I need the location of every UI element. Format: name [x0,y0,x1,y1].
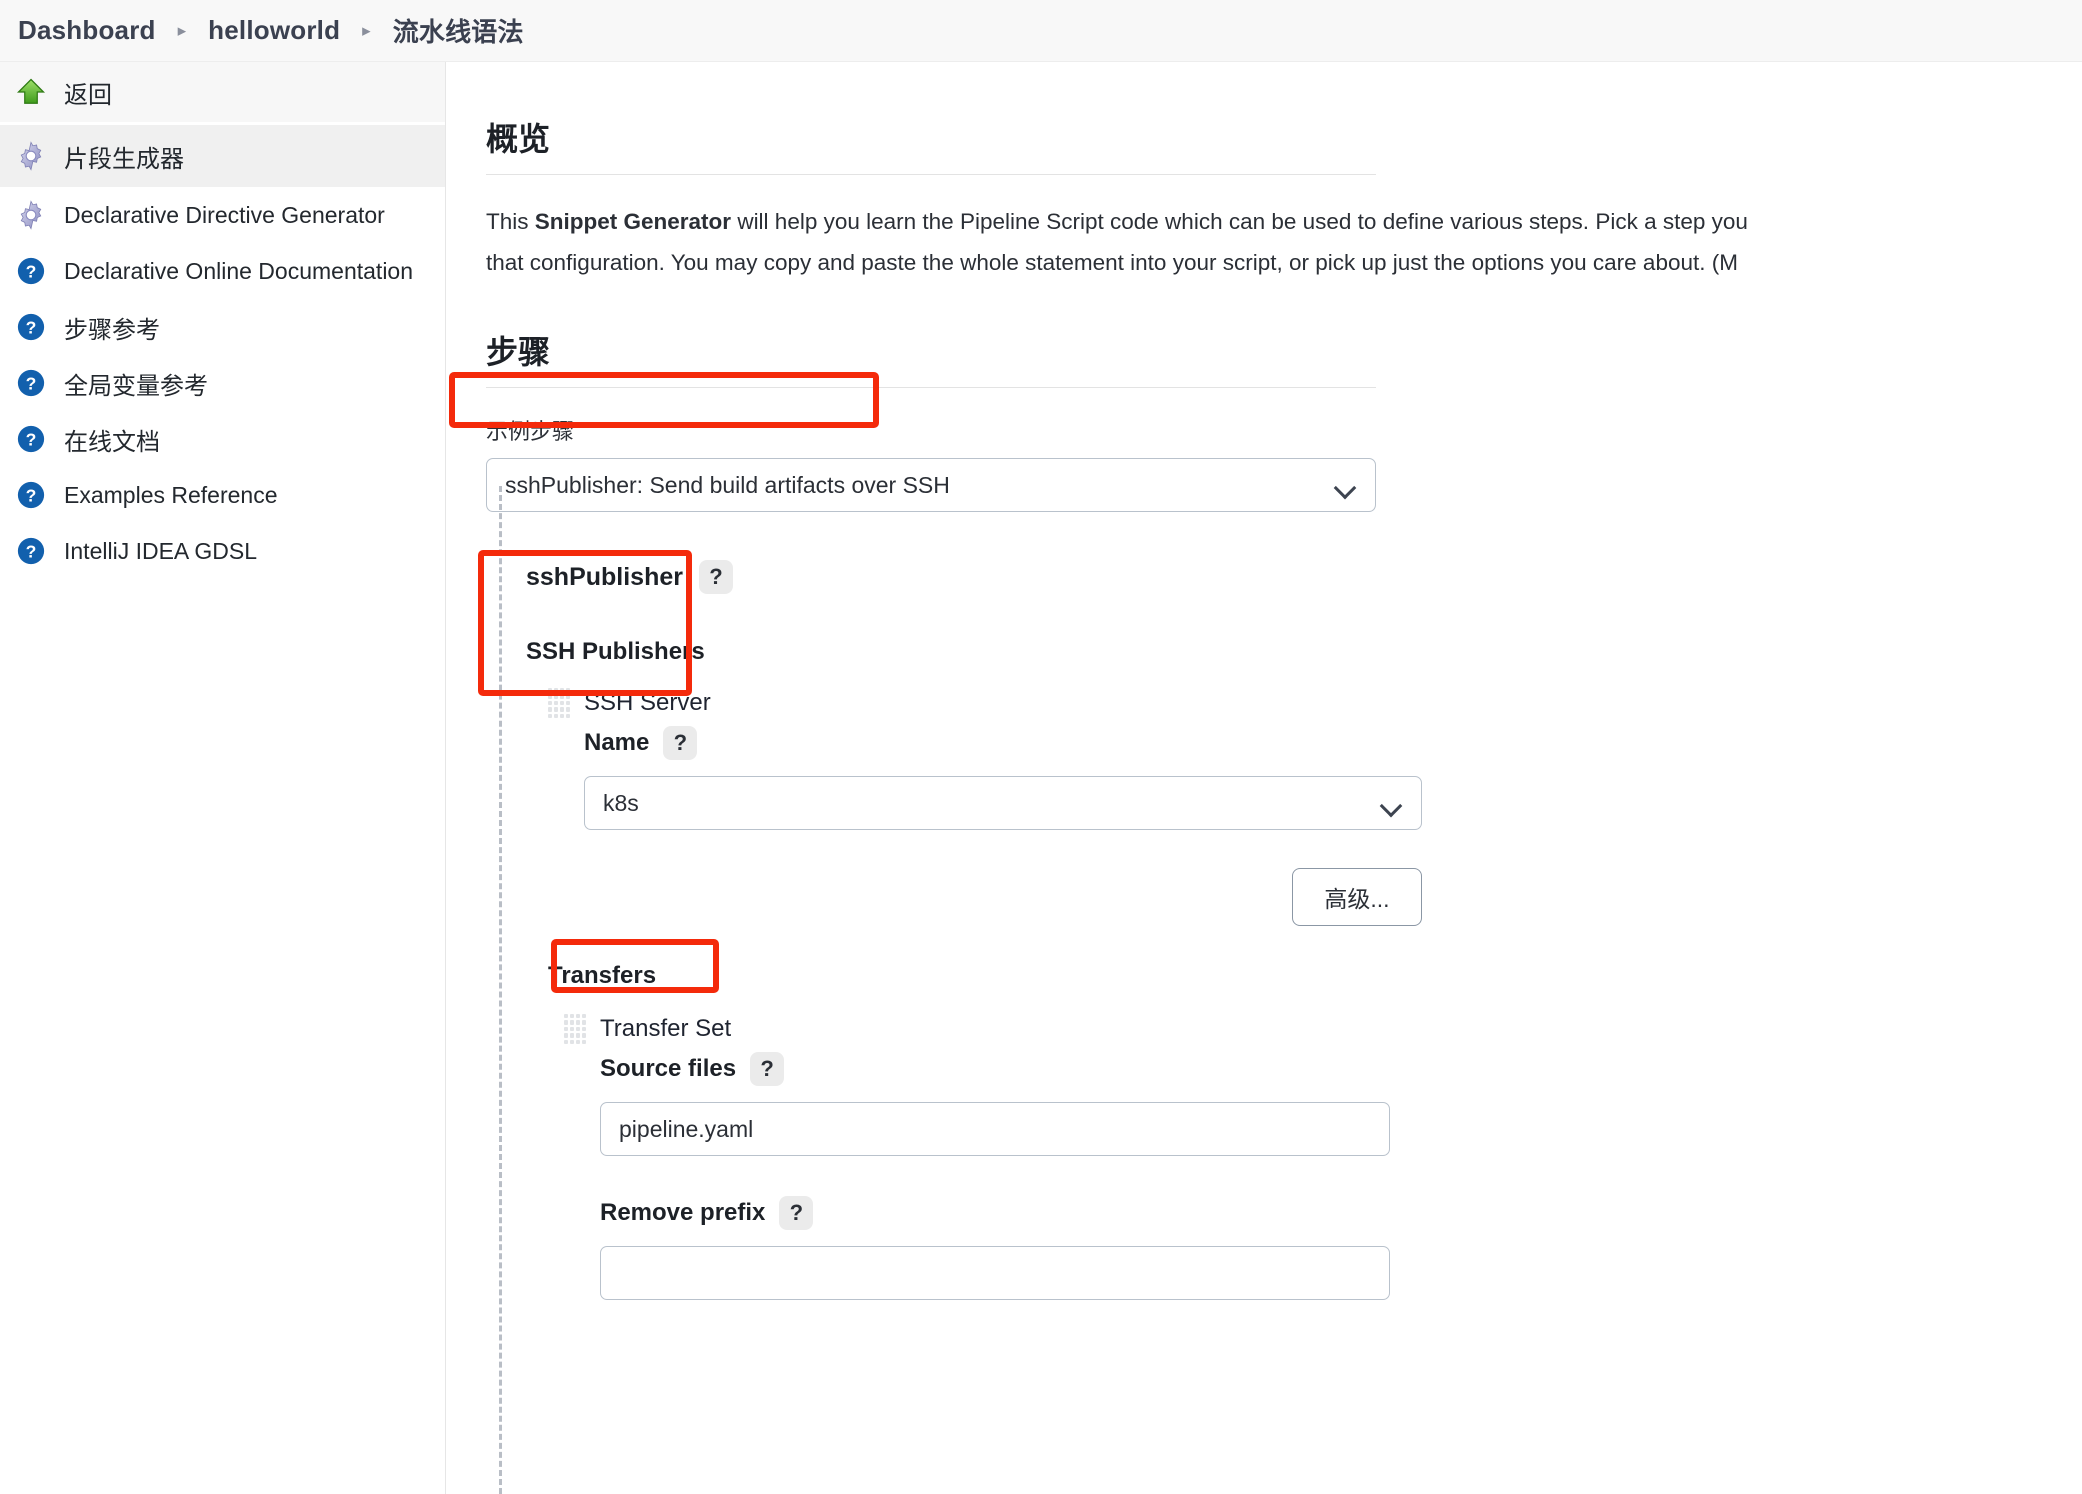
overview-line1-post: will help you learn the Pipeline Script … [731,209,1748,234]
gear-icon [14,198,48,232]
sshpublisher-heading: sshPublisher ? [526,560,2082,594]
transfer-set-block: Transfer Set Source files ? pipeline.yam… [564,1014,2082,1300]
ssh-server-title: SSH Server [584,689,711,716]
help-circle-icon: ? [14,422,48,456]
help-circle-icon: ? [14,478,48,512]
help-icon[interactable]: ? [699,560,733,594]
overview-paragraph-line2: that configuration. You may copy and pas… [486,250,1738,275]
overview-line1-bold: Snippet Generator [534,209,732,234]
main-content: 概览 This Snippet Generator will help you … [446,62,2082,1494]
advanced-button[interactable]: 高级... [1292,868,1422,926]
sidebar-item-back[interactable]: 返回 [0,62,445,122]
sidebar-item-label: 片段生成器 [64,145,184,173]
sidebar-item-step-reference[interactable]: ? 步骤参考 [0,299,445,355]
sample-step-select[interactable]: sshPublisher: Send build artifacts over … [486,458,1376,512]
sidebar-item-label: Declarative Directive Generator [64,201,385,228]
ssh-publishers-title: SSH Publishers [526,638,705,665]
breadcrumb: Dashboard ▸ helloworld ▸ 流水线语法 [0,0,2082,62]
breadcrumb-separator-icon: ▸ [362,21,371,40]
up-arrow-icon [14,75,48,109]
svg-text:?: ? [26,430,37,450]
help-icon[interactable]: ? [779,1196,814,1230]
transfer-set-header: Transfer Set [564,1014,2082,1044]
overview-title: 概览 [486,121,551,157]
source-files-input[interactable]: pipeline.yaml [600,1102,1390,1156]
help-icon[interactable]: ? [663,726,698,760]
group-rail [499,486,502,1494]
help-icon[interactable]: ? [750,1052,785,1086]
remove-prefix-input[interactable] [600,1246,1390,1300]
steps-divider [486,387,1376,388]
transfers-block: Transfers Transfer Set Source files ? pi… [548,962,2082,1300]
sidebar-item-label: Examples Reference [64,481,278,508]
help-circle-icon: ? [14,254,48,288]
svg-text:?: ? [26,542,37,562]
sidebar-item-label: 在线文档 [64,428,160,456]
sidebar-item-declarative-directive-generator[interactable]: Declarative Directive Generator [0,187,445,243]
breadcrumb-item-helloworld[interactable]: helloworld [208,15,340,46]
help-circle-icon: ? [14,310,48,344]
sidebar-item-online-documentation[interactable]: ? 在线文档 [0,411,445,467]
name-label: Name [584,729,650,756]
page-body: 返回 片段生成器 Declarative Directive Generator… [0,62,2082,1494]
help-circle-icon: ? [14,366,48,400]
svg-text:?: ? [26,262,37,282]
ssh-server-header: SSH Server [548,688,2082,718]
advanced-row: 高级... [584,868,1422,926]
drag-handle-icon[interactable] [548,688,570,718]
overview-paragraph: This Snippet Generator will help you lea… [486,201,2082,242]
sidebar-item-label: 步骤参考 [64,316,160,344]
sidebar-item-label: IntelliJ IDEA GDSL [64,537,258,564]
sidebar-item-label: Declarative Online Documentation [64,257,414,284]
source-files-label: Source files [600,1055,737,1082]
sidebar-item-label: 返回 [64,81,112,109]
sidebar-item-label: 全局变量参考 [64,372,208,400]
sidebar: 返回 片段生成器 Declarative Directive Generator… [0,62,446,1494]
ssh-server-block: SSH Server Name ? k8s [548,688,2082,830]
sshpublisher-title: sshPublisher [526,562,683,591]
drag-handle-icon[interactable] [564,1014,586,1044]
steps-title: 步骤 [486,334,551,370]
sidebar-item-examples-reference[interactable]: ? Examples Reference [0,467,445,523]
remove-prefix-label-row: Remove prefix ? [600,1196,2082,1230]
transfers-title: Transfers [548,962,657,989]
svg-text:?: ? [26,486,37,506]
breadcrumb-item-dashboard[interactable]: Dashboard [18,15,156,46]
svg-text:?: ? [26,374,37,394]
sidebar-item-intellij-idea-gdsl[interactable]: ? IntelliJ IDEA GDSL [0,523,445,579]
sidebar-item-declarative-online-documentation[interactable]: ? Declarative Online Documentation [0,243,445,299]
overview-line1-pre: This [486,209,535,234]
remove-prefix-label: Remove prefix [600,1199,766,1226]
breadcrumb-separator-icon: ▸ [177,21,187,40]
overview-divider [486,174,1376,175]
gear-icon [14,139,48,173]
sidebar-item-global-variable-reference[interactable]: ? 全局变量参考 [0,355,445,411]
sample-step-label: 示例步骤 [486,419,575,444]
source-files-label-row: Source files ? [600,1052,2082,1086]
breadcrumb-item-pipeline-syntax[interactable]: 流水线语法 [393,12,524,49]
svg-text:?: ? [26,318,37,338]
help-circle-icon: ? [14,534,48,568]
name-label-row: Name ? [584,726,2082,760]
sshpublisher-group: sshPublisher ? SSH Publishers SSH Server… [526,560,2082,1300]
transfer-set-title: Transfer Set [600,1015,732,1042]
sidebar-item-snippet-generator[interactable]: 片段生成器 [0,125,445,187]
ssh-server-name-select[interactable]: k8s [584,776,1422,830]
